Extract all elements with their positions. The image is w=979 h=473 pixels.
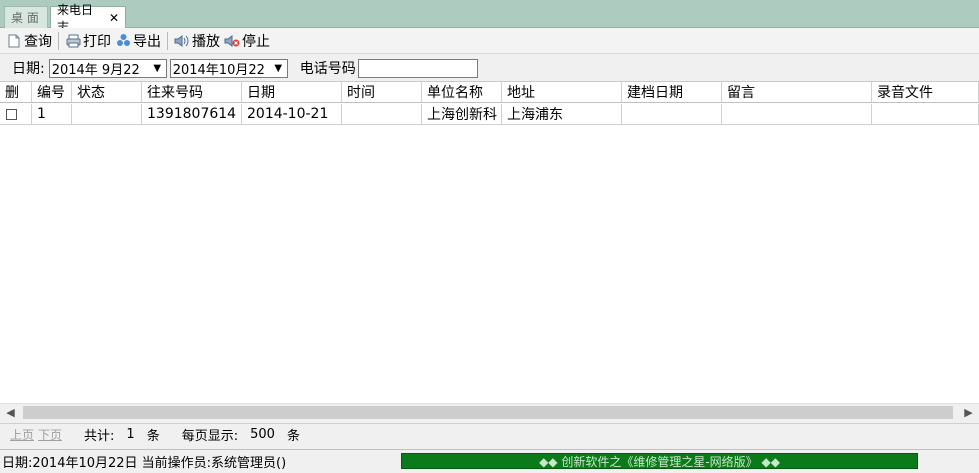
call-log-table: 删 编号 状态 往来号码 日期 时间 单位名称 地址 建档日期 留言 录音文件 …	[0, 81, 979, 403]
stop-label: 停止	[242, 33, 270, 50]
tab-desktop[interactable]: 桌 面	[4, 6, 48, 28]
table-row[interactable]: 1 1391807614 2014-10-21 上海创新科 上海浦东	[0, 104, 979, 125]
toolbar: 查询 打印 导出 播放 停止	[0, 28, 979, 54]
print-button[interactable]: 打印	[63, 30, 113, 52]
speaker-mute-icon	[224, 33, 240, 49]
column-header-address[interactable]: 地址	[502, 82, 622, 103]
date-label: 日期:	[12, 61, 45, 77]
column-header-message[interactable]: 留言	[722, 82, 872, 103]
column-header-time[interactable]: 时间	[342, 82, 422, 103]
column-header-date[interactable]: 日期	[242, 82, 342, 103]
stop-button[interactable]: 停止	[222, 30, 272, 52]
tab-call-log[interactable]: 来电日志 ✕	[50, 3, 126, 34]
export-button[interactable]: 导出	[113, 30, 163, 52]
row-recording	[872, 104, 979, 125]
chevron-down-icon[interactable]: ▼	[150, 61, 165, 76]
row-message	[722, 104, 872, 125]
row-time	[342, 104, 422, 125]
row-date: 2014-10-21	[242, 104, 342, 125]
toolbar-divider	[58, 31, 59, 50]
close-icon[interactable]: ✕	[109, 11, 119, 25]
status-bar: 日期:2014年10月22日 当前操作员:系统管理员() ◆◆ 创新软件之《维修…	[0, 449, 979, 473]
column-header-status[interactable]: 状态	[72, 82, 142, 103]
row-status	[72, 104, 142, 125]
column-header-created[interactable]: 建档日期	[622, 82, 722, 103]
total-unit: 条	[146, 429, 160, 444]
product-banner: ◆◆ 创新软件之《维修管理之星-网络版》 ◆◆	[401, 453, 918, 469]
document-icon	[6, 33, 22, 49]
date-from-picker[interactable]: 2014年 9月22 ▼	[48, 58, 167, 78]
toolbar-divider	[167, 31, 168, 50]
row-phone: 1391807614	[142, 104, 242, 125]
export-icon	[115, 33, 131, 49]
row-created	[622, 104, 722, 125]
print-label: 打印	[83, 33, 111, 50]
query-button[interactable]: 查询	[4, 30, 54, 52]
horizontal-scrollbar[interactable]: ◀ ▶	[0, 403, 979, 420]
scroll-right-icon[interactable]: ▶	[960, 404, 977, 421]
column-header-number[interactable]: 编号	[32, 82, 72, 103]
per-page-count: 500	[250, 427, 275, 442]
query-label: 查询	[24, 33, 52, 50]
per-page-label: 每页显示:	[181, 429, 239, 444]
scroll-left-icon[interactable]: ◀	[2, 404, 19, 421]
printer-icon	[65, 33, 81, 49]
row-delete-cell	[0, 104, 32, 125]
date-from-value: 2014年 9月22	[51, 62, 140, 78]
row-address: 上海浦东	[502, 104, 622, 125]
date-to-value: 2014年10月22	[172, 62, 265, 78]
date-to-picker[interactable]: 2014年10月22 ▼	[169, 58, 288, 78]
table-header: 删 编号 状态 往来号码 日期 时间 单位名称 地址 建档日期 留言 录音文件	[0, 82, 979, 103]
tab-desktop-label: 桌 面	[11, 11, 39, 25]
total-count: 1	[126, 427, 135, 442]
per-page-unit: 条	[286, 429, 300, 444]
row-number: 1	[32, 104, 72, 125]
filter-bar: 日期: 2014年 9月22 ▼ 2014年10月22 ▼ 电话号码	[0, 55, 979, 81]
product-banner-text: ◆◆ 创新软件之《维修管理之星-网络版》 ◆◆	[539, 454, 780, 469]
tab-bar: 桌 面 来电日志 ✕	[0, 0, 979, 34]
export-label: 导出	[133, 33, 161, 50]
next-page-link[interactable]: 下页	[38, 426, 62, 443]
speaker-icon	[174, 33, 190, 49]
play-button[interactable]: 播放	[172, 30, 222, 52]
column-header-unit[interactable]: 单位名称	[422, 82, 502, 103]
play-label: 播放	[192, 33, 220, 50]
delete-checkbox[interactable]	[6, 108, 17, 120]
column-header-phone[interactable]: 往来号码	[142, 82, 242, 103]
phone-label: 电话号码	[299, 61, 356, 77]
row-unit: 上海创新科	[422, 104, 502, 125]
column-header-delete[interactable]: 删	[0, 82, 32, 103]
scrollbar-thumb[interactable]	[23, 406, 953, 419]
phone-input[interactable]	[357, 58, 478, 78]
column-header-recording[interactable]: 录音文件	[872, 82, 979, 103]
pagination-bar: 上页 下页 共计: 1 条 每页显示: 500 条	[0, 423, 979, 445]
total-label: 共计:	[84, 429, 115, 444]
prev-page-link[interactable]: 上页	[10, 426, 34, 443]
chevron-down-icon[interactable]: ▼	[271, 61, 286, 76]
status-text: 日期:2014年10月22日 当前操作员:系统管理员()	[2, 456, 287, 471]
